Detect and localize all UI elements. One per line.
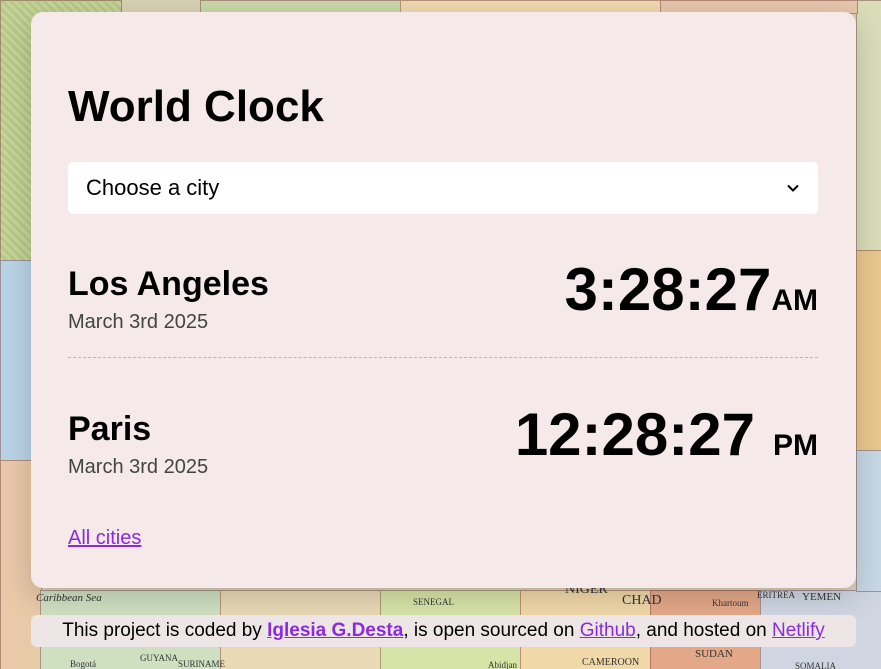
map-label: ERITREA xyxy=(757,590,795,600)
city-row-los-angeles: Los Angeles March 3rd 2025 3:28:27 AM xyxy=(68,256,818,345)
map-label: Khartoum xyxy=(712,598,749,608)
github-link[interactable]: Github xyxy=(580,620,636,642)
map-label: GUYANA xyxy=(140,653,178,663)
map-label: SOMALIA xyxy=(795,661,837,669)
footer-text-prefix: This project is coded by xyxy=(62,620,268,641)
author-link[interactable]: Iglesia G.Desta xyxy=(267,620,403,642)
city-name: Paris xyxy=(68,410,152,448)
city-select-label: Choose a city xyxy=(86,175,220,200)
map-label: CAMEROON xyxy=(582,657,640,668)
netlify-link[interactable]: Netlify xyxy=(772,620,825,642)
city-name: Los Angeles xyxy=(68,265,269,303)
world-clock-card: World Clock Choose a city Los Angeles Ma… xyxy=(31,12,856,588)
time-ampm: PM xyxy=(773,429,818,462)
map-label: Abidjan xyxy=(488,660,517,669)
time-value: 12:28:27 xyxy=(514,401,755,468)
map-label: CHAD xyxy=(622,593,662,608)
time-value: 3:28:27 xyxy=(564,256,772,323)
map-label: SENEGAL xyxy=(413,597,454,607)
time-ampm: AM xyxy=(771,284,818,317)
footer: This project is coded by Iglesia G.Desta… xyxy=(31,615,856,647)
divider xyxy=(68,357,818,358)
map-label: YEMEN xyxy=(802,591,842,603)
city-date: March 3rd 2025 xyxy=(68,311,209,333)
map-label: SURINAME xyxy=(178,659,226,669)
city-select[interactable]: Choose a city xyxy=(68,162,818,214)
footer-text-middle2: , and hosted on xyxy=(635,620,772,641)
city-row-paris: Paris March 3rd 2025 12:28:27 PM xyxy=(68,401,818,490)
city-date: March 3rd 2025 xyxy=(68,456,209,478)
map-label: Caribbean Sea xyxy=(36,592,102,604)
page-title: World Clock xyxy=(68,82,324,131)
all-cities-link[interactable]: All cities xyxy=(68,527,141,550)
chevron-down-icon xyxy=(787,184,799,192)
city-time: 12:28:27 PM xyxy=(515,400,818,469)
footer-text-middle1: , is open sourced on xyxy=(403,620,580,641)
map-label: Bogotá xyxy=(70,659,96,669)
map-label: SUDAN xyxy=(695,648,733,660)
city-time: 3:28:27 AM xyxy=(565,255,818,324)
